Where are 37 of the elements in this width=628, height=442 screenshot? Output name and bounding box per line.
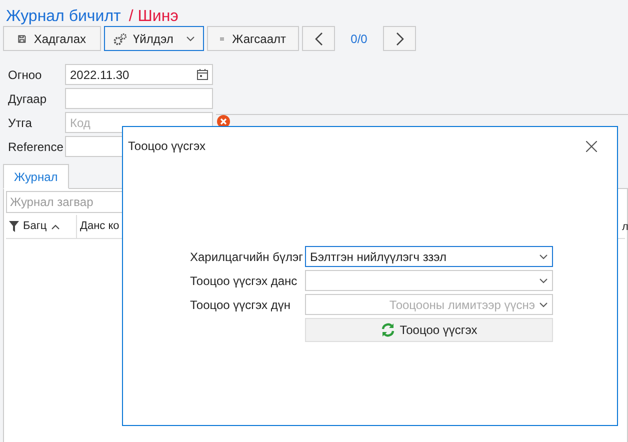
caret-icon: [539, 278, 548, 284]
sort-up-icon: [50, 224, 60, 230]
field-label: Reference: [8, 138, 64, 156]
input-field[interactable]: [65, 88, 213, 109]
refresh-icon: [380, 323, 395, 337]
actions-button[interactable]: Үйлдэл: [104, 26, 204, 51]
create-button[interactable]: Тооцоо үүсгэх: [305, 318, 553, 342]
page-title: Журнал бичилт: [6, 7, 121, 22]
field-label: Огноо: [8, 66, 43, 84]
dialog-title: Тооцоо үүсгэх: [128, 138, 206, 155]
caret-icon: [539, 254, 548, 260]
field-label: Дугаар: [8, 90, 48, 108]
caret-icon: [186, 36, 195, 42]
field-label: Утга: [8, 114, 33, 132]
next-button[interactable]: [383, 26, 416, 51]
dropdown-field[interactable]: [305, 270, 553, 291]
save-button[interactable]: Хадгалах: [3, 26, 101, 51]
date-field[interactable]: 2022.11.30: [65, 64, 213, 85]
close-icon[interactable]: [586, 140, 597, 152]
calendar-icon: [197, 69, 208, 80]
chevron-right-icon: [396, 32, 404, 46]
chevron-left-icon: [314, 32, 322, 46]
column-header[interactable]: Багц: [6, 215, 77, 238]
list-button[interactable]: Жагсаалт: [207, 26, 299, 51]
page-counter: 0/0: [350, 30, 368, 48]
caret-icon: [539, 302, 548, 308]
dropdown-field[interactable]: Бэлтгэн нийлүүлэгч ззэл: [305, 246, 553, 267]
field-label: Харилцагчийн бүлэг: [190, 248, 304, 266]
column-header[interactable]: л: [622, 215, 628, 239]
filter-icon: [9, 221, 19, 232]
page-subtitle: / Шинэ: [128, 7, 178, 22]
tab[interactable]: Журнал: [3, 164, 69, 189]
previous-button[interactable]: [302, 26, 335, 51]
field-label: Тооцоо үүсгэх данс: [190, 272, 298, 290]
field-label: Тооцоо үүсгэх дүн: [190, 296, 292, 314]
gears-icon: [113, 32, 127, 44]
save-icon: [18, 32, 26, 44]
